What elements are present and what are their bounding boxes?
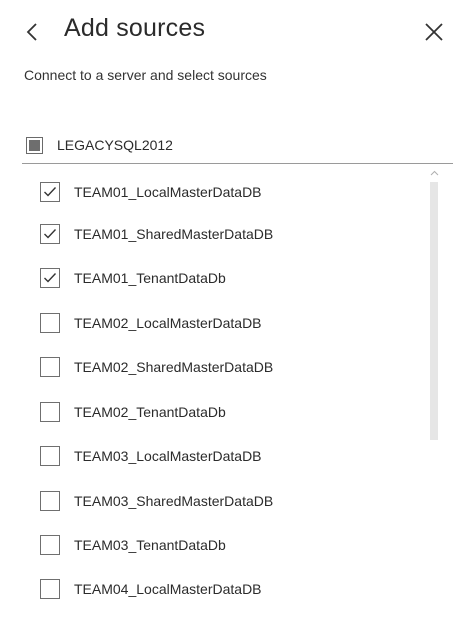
database-item[interactable]: TEAM01_SharedMasterDataDB <box>40 219 420 249</box>
close-button[interactable] <box>420 18 448 46</box>
database-item[interactable]: TEAM03_LocalMasterDataDB <box>40 441 420 471</box>
database-checkbox[interactable] <box>40 224 60 244</box>
database-item[interactable]: TEAM03_SharedMasterDataDB <box>40 486 420 516</box>
checkmark-icon <box>44 187 57 197</box>
database-label: TEAM02_TenantDataDb <box>74 404 226 420</box>
scrollbar-thumb[interactable] <box>430 182 438 440</box>
database-label: TEAM03_SharedMasterDataDB <box>74 493 274 509</box>
close-icon <box>425 23 443 41</box>
partial-indicator <box>29 139 40 151</box>
database-checkbox[interactable] <box>40 402 60 422</box>
database-label: TEAM01_SharedMasterDataDB <box>74 226 274 242</box>
database-item[interactable]: TEAM01_LocalMasterDataDB <box>40 177 420 207</box>
chevron-left-icon <box>26 23 37 41</box>
database-label: TEAM04_LocalMasterDataDB <box>74 581 262 597</box>
database-checkbox[interactable] <box>40 268 60 288</box>
database-checkbox[interactable] <box>40 579 60 599</box>
database-label: TEAM02_SharedMasterDataDB <box>74 359 274 375</box>
database-item[interactable]: TEAM02_LocalMasterDataDB <box>40 308 420 338</box>
server-name: LEGACYSQL2012 <box>57 137 173 153</box>
database-checkbox[interactable] <box>40 491 60 511</box>
database-checkbox[interactable] <box>40 182 60 202</box>
database-checkbox[interactable] <box>40 446 60 466</box>
panel-header: Add sources <box>0 0 463 64</box>
database-checkbox[interactable] <box>40 535 60 555</box>
database-item[interactable]: TEAM02_TenantDataDb <box>40 397 420 427</box>
database-item[interactable]: TEAM01_TenantDataDb <box>40 263 420 293</box>
subtitle: Connect to a server and select sources <box>24 67 267 83</box>
database-item[interactable]: TEAM02_SharedMasterDataDB <box>40 352 420 382</box>
database-checkbox[interactable] <box>40 357 60 377</box>
database-label: TEAM02_LocalMasterDataDB <box>74 315 262 331</box>
database-label: TEAM03_LocalMasterDataDB <box>74 448 262 464</box>
checkmark-icon <box>44 229 57 239</box>
database-label: TEAM01_TenantDataDb <box>74 270 226 286</box>
scroll-up-button[interactable] <box>428 168 440 178</box>
database-checkbox[interactable] <box>40 313 60 333</box>
server-checkbox[interactable] <box>26 136 43 154</box>
database-label: TEAM03_TenantDataDb <box>74 537 226 553</box>
database-label: TEAM01_LocalMasterDataDB <box>74 184 262 200</box>
database-item[interactable]: TEAM03_TenantDataDb <box>40 530 420 560</box>
server-node[interactable]: LEGACYSQL2012 <box>22 130 452 160</box>
chevron-up-icon <box>430 170 438 176</box>
database-list: TEAM01_LocalMasterDataDB TEAM01_SharedMa… <box>0 164 463 617</box>
back-button[interactable] <box>20 16 44 48</box>
list-scrollbar[interactable] <box>428 164 440 440</box>
page-title: Add sources <box>64 14 206 42</box>
database-item[interactable]: TEAM04_LocalMasterDataDB <box>40 574 420 604</box>
checkmark-icon <box>44 273 57 283</box>
